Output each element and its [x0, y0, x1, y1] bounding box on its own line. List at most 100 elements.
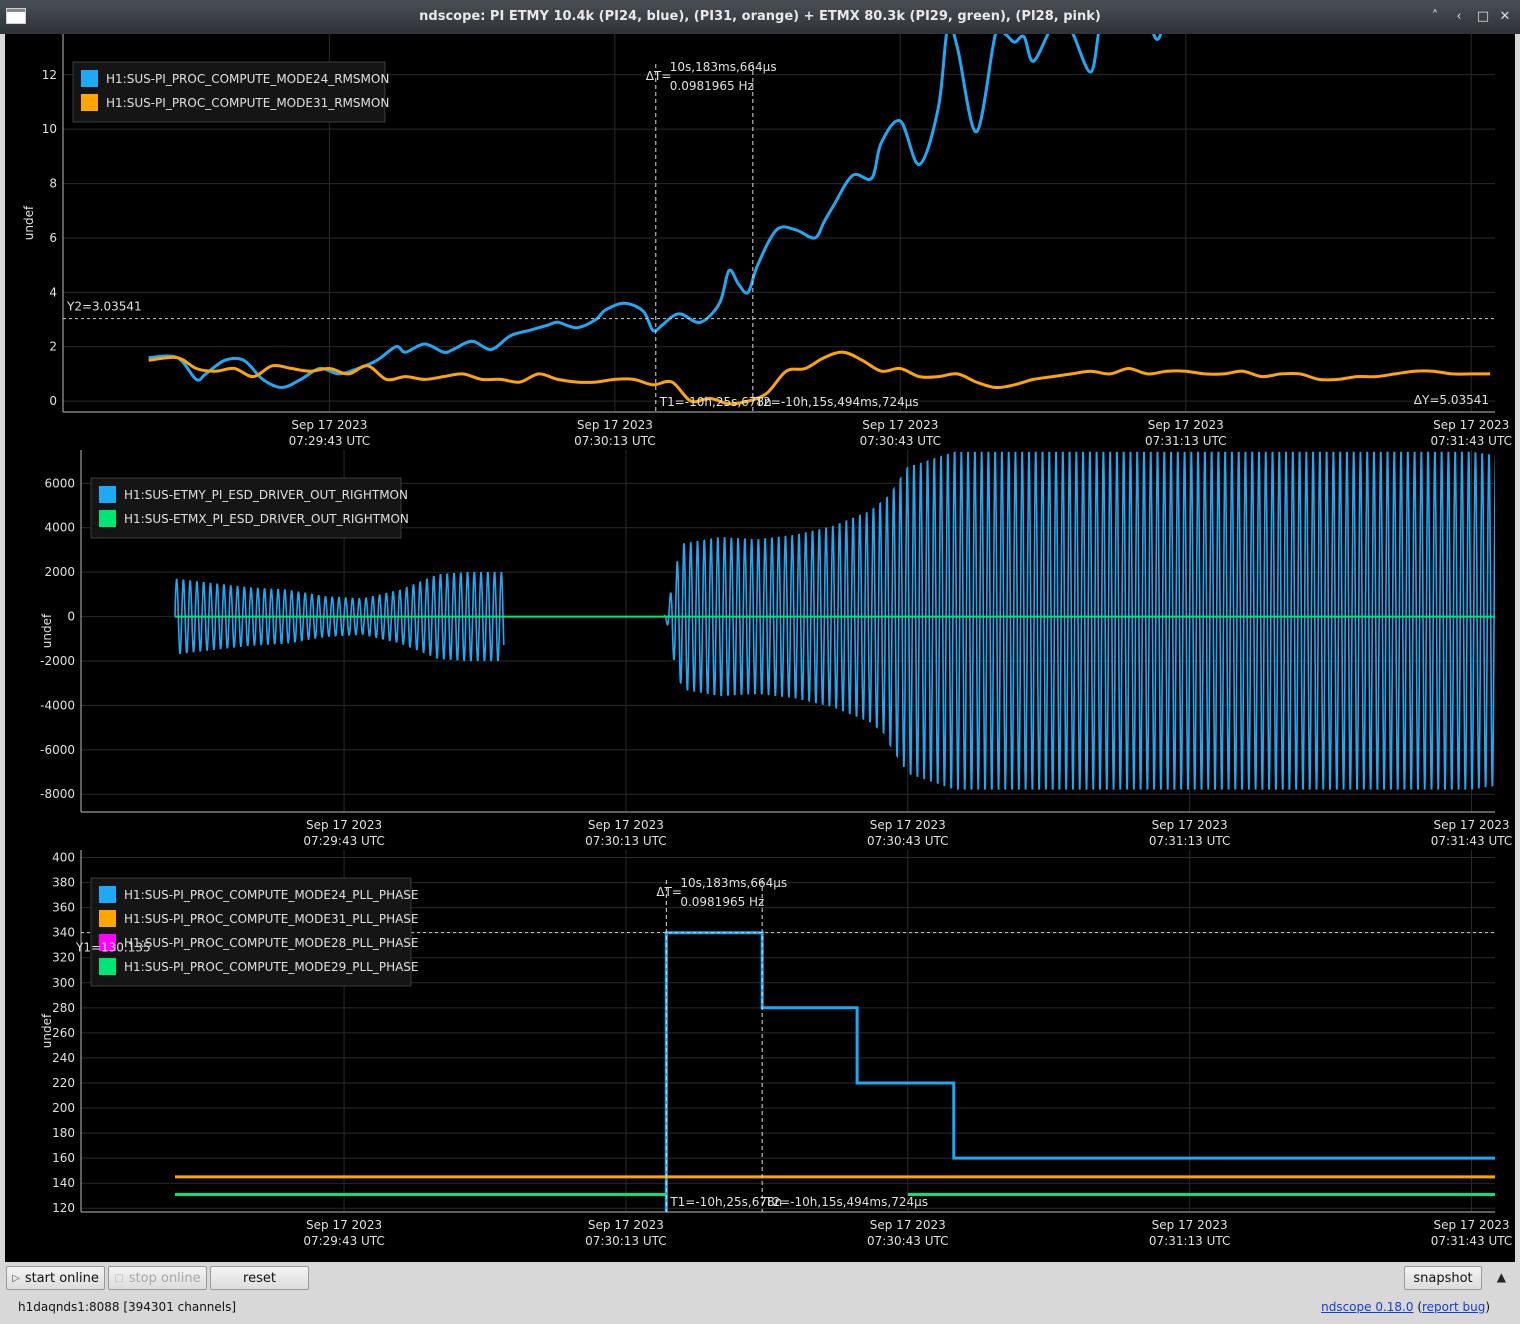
legend-swatch-orange: [81, 94, 98, 111]
legend-swatch-green: [99, 510, 116, 527]
status-text: h1daqnds1:8088 [394301 channels]: [18, 1300, 237, 1314]
legend-swatch-blue: [99, 886, 116, 903]
y-axis-label: undef: [40, 613, 54, 648]
y-tick-label: 2: [49, 340, 57, 354]
restore-icon[interactable]: ‹: [1450, 8, 1468, 26]
y-tick-label: -2000: [40, 654, 75, 668]
scope-plots[interactable]: Sep 17 2023 07:29:43 UTC Sep 17 2023 07:30:…: [5, 34, 1515, 1262]
y-tick-label: 8: [49, 177, 57, 191]
expand-up-icon[interactable]: ▲: [1497, 1270, 1506, 1284]
stop-online-label: stop online: [128, 1270, 201, 1286]
y2-label: Y2=3.03541: [66, 300, 142, 314]
time-tick-date: Sep 17 2023: [1433, 1218, 1509, 1232]
reset-label: reset: [243, 1270, 276, 1286]
y-tick-label: 180: [52, 1126, 75, 1140]
plot-area[interactable]: Sep 17 2023 07:29:43 UTC Sep 17 2023 07:30:…: [5, 34, 1515, 1262]
time-tick-time: 07:30:43 UTC: [867, 1234, 949, 1248]
delta-freq: 0.0981965 Hz: [680, 895, 764, 909]
delta-y-label: ΔY=5.03541: [1414, 393, 1489, 407]
minimize-icon[interactable]: ˄: [1426, 8, 1444, 26]
legend-swatch-orange: [99, 910, 116, 927]
snapshot-label: snapshot: [1413, 1270, 1473, 1286]
legend-entry: H1:SUS-PI_PROC_COMPUTE_MODE24_PLL_PHASE: [124, 888, 419, 902]
series-line-blue: [664, 931, 1495, 1212]
y-tick-label: -8000: [40, 787, 75, 801]
version-info: ndscope 0.18.0 (report bug): [1321, 1300, 1490, 1314]
stop-icon: □: [114, 1272, 124, 1284]
y-tick-label: 12: [42, 68, 57, 82]
time-tick-date: Sep 17 2023: [1433, 818, 1509, 832]
reset-button[interactable]: reset: [210, 1266, 309, 1290]
y-tick-label: -6000: [40, 743, 75, 757]
y-tick-label: 380: [52, 876, 75, 890]
legend: H1:SUS-PI_PROC_COMPUTE_MODE24_RMSMON H1:S…: [72, 61, 389, 123]
panel-1: Sep 17 2023 07:29:43 UTC Sep 17 2023 07:30:…: [22, 34, 1512, 448]
time-tick-time: 07:31:13 UTC: [1149, 1234, 1231, 1248]
play-icon: ▷: [12, 1272, 20, 1284]
y-tick-label: 360: [52, 901, 75, 915]
panel-3: Sep 17 2023 07:29:43 UTC Sep 17 2023 07:30:…: [40, 850, 1512, 1248]
bottom-toolbar: ▷ start online □ stop online reset snaps…: [0, 1262, 1520, 1324]
time-tick-date: Sep 17 2023: [577, 418, 653, 432]
delta-freq: 0.0981965 Hz: [670, 79, 754, 93]
time-tick-date: Sep 17 2023: [1152, 1218, 1228, 1232]
start-online-label: start online: [24, 1270, 99, 1286]
legend: H1:SUS-ETMY_PI_ESD_DRIVER_OUT_RIGHTMON H1…: [90, 477, 409, 539]
legend-swatch-green: [99, 958, 116, 975]
window-title: ndscope: PI ETMY 10.4k (PI24, blue), (PI…: [419, 9, 1101, 24]
y-tick-label: 300: [52, 976, 75, 990]
y-axis-label: undef: [40, 1013, 54, 1048]
time-tick-date: Sep 17 2023: [588, 1218, 664, 1232]
legend-entry: H1:SUS-ETMX_PI_ESD_DRIVER_OUT_RIGHTMON: [124, 512, 409, 526]
time-tick-date: Sep 17 2023: [306, 818, 382, 832]
t2-label: T2=-10h,15s,494ms,724µs: [764, 1195, 928, 1209]
legend-swatch-blue: [81, 70, 98, 87]
y-tick-label: 200: [52, 1101, 75, 1115]
version-paren-open: (: [1413, 1300, 1422, 1314]
close-icon[interactable]: ✕: [1496, 8, 1514, 26]
maximize-icon[interactable]: □: [1474, 8, 1492, 26]
y-tick-label: 0: [67, 610, 75, 624]
time-tick-time: 07:30:43 UTC: [860, 434, 942, 448]
delta-t-value: 10s,183ms,664µs: [680, 876, 787, 890]
y-tick-label: 400: [52, 851, 75, 865]
y-tick-label: 320: [52, 951, 75, 965]
time-tick-date: Sep 17 2023: [870, 1218, 946, 1232]
time-tick-time: 07:29:43 UTC: [303, 1234, 385, 1248]
time-tick-date: Sep 17 2023: [1148, 418, 1224, 432]
title-bar: ndscope: PI ETMY 10.4k (PI24, blue), (PI…: [0, 0, 1520, 34]
time-tick-time: 07:30:13 UTC: [585, 1234, 667, 1248]
legend-entry: H1:SUS-PI_PROC_COMPUTE_MODE28_PLL_PHASE: [124, 936, 419, 950]
legend-swatch-blue: [99, 486, 116, 503]
legend-box: [90, 477, 402, 539]
y-tick-label: 4000: [44, 521, 75, 535]
y-tick-label: 240: [52, 1051, 75, 1065]
y-tick-label: 2000: [44, 565, 75, 579]
time-tick-time: 07:31:43 UTC: [1431, 834, 1513, 848]
time-tick-time: 07:31:13 UTC: [1149, 834, 1231, 848]
version-link[interactable]: ndscope 0.18.0: [1321, 1300, 1413, 1314]
time-tick-time: 07:31:43 UTC: [1431, 1234, 1513, 1248]
time-tick-time: 07:31:43 UTC: [1430, 434, 1512, 448]
t1-label: T1=-10h,25s,678n: [659, 395, 772, 409]
delta-t-label: ΔT=: [656, 885, 682, 899]
legend-entry: H1:SUS-PI_PROC_COMPUTE_MODE31_RMSMON: [106, 96, 389, 110]
y-tick-label: 0: [49, 394, 57, 408]
snapshot-button[interactable]: snapshot: [1404, 1266, 1482, 1290]
legend-box: [72, 61, 386, 123]
time-tick-date: Sep 17 2023: [862, 418, 938, 432]
time-tick-date: Sep 17 2023: [306, 1218, 382, 1232]
time-tick-time: 07:30:43 UTC: [867, 834, 949, 848]
time-tick-date: Sep 17 2023: [870, 818, 946, 832]
y-tick-label: 340: [52, 926, 75, 940]
time-tick-time: 07:31:13 UTC: [1145, 434, 1227, 448]
y-tick-label: 160: [52, 1151, 75, 1165]
t2-label: T2=-10h,15s,494ms,724µs: [755, 395, 919, 409]
report-bug-link[interactable]: report bug: [1422, 1300, 1485, 1314]
y-tick-label: 6: [49, 231, 57, 245]
time-tick-time: 07:29:43 UTC: [303, 834, 385, 848]
start-online-button[interactable]: ▷ start online: [6, 1266, 105, 1290]
time-tick-date: Sep 17 2023: [291, 418, 367, 432]
time-tick-time: 07:30:13 UTC: [574, 434, 656, 448]
time-tick-time: 07:30:13 UTC: [585, 834, 667, 848]
